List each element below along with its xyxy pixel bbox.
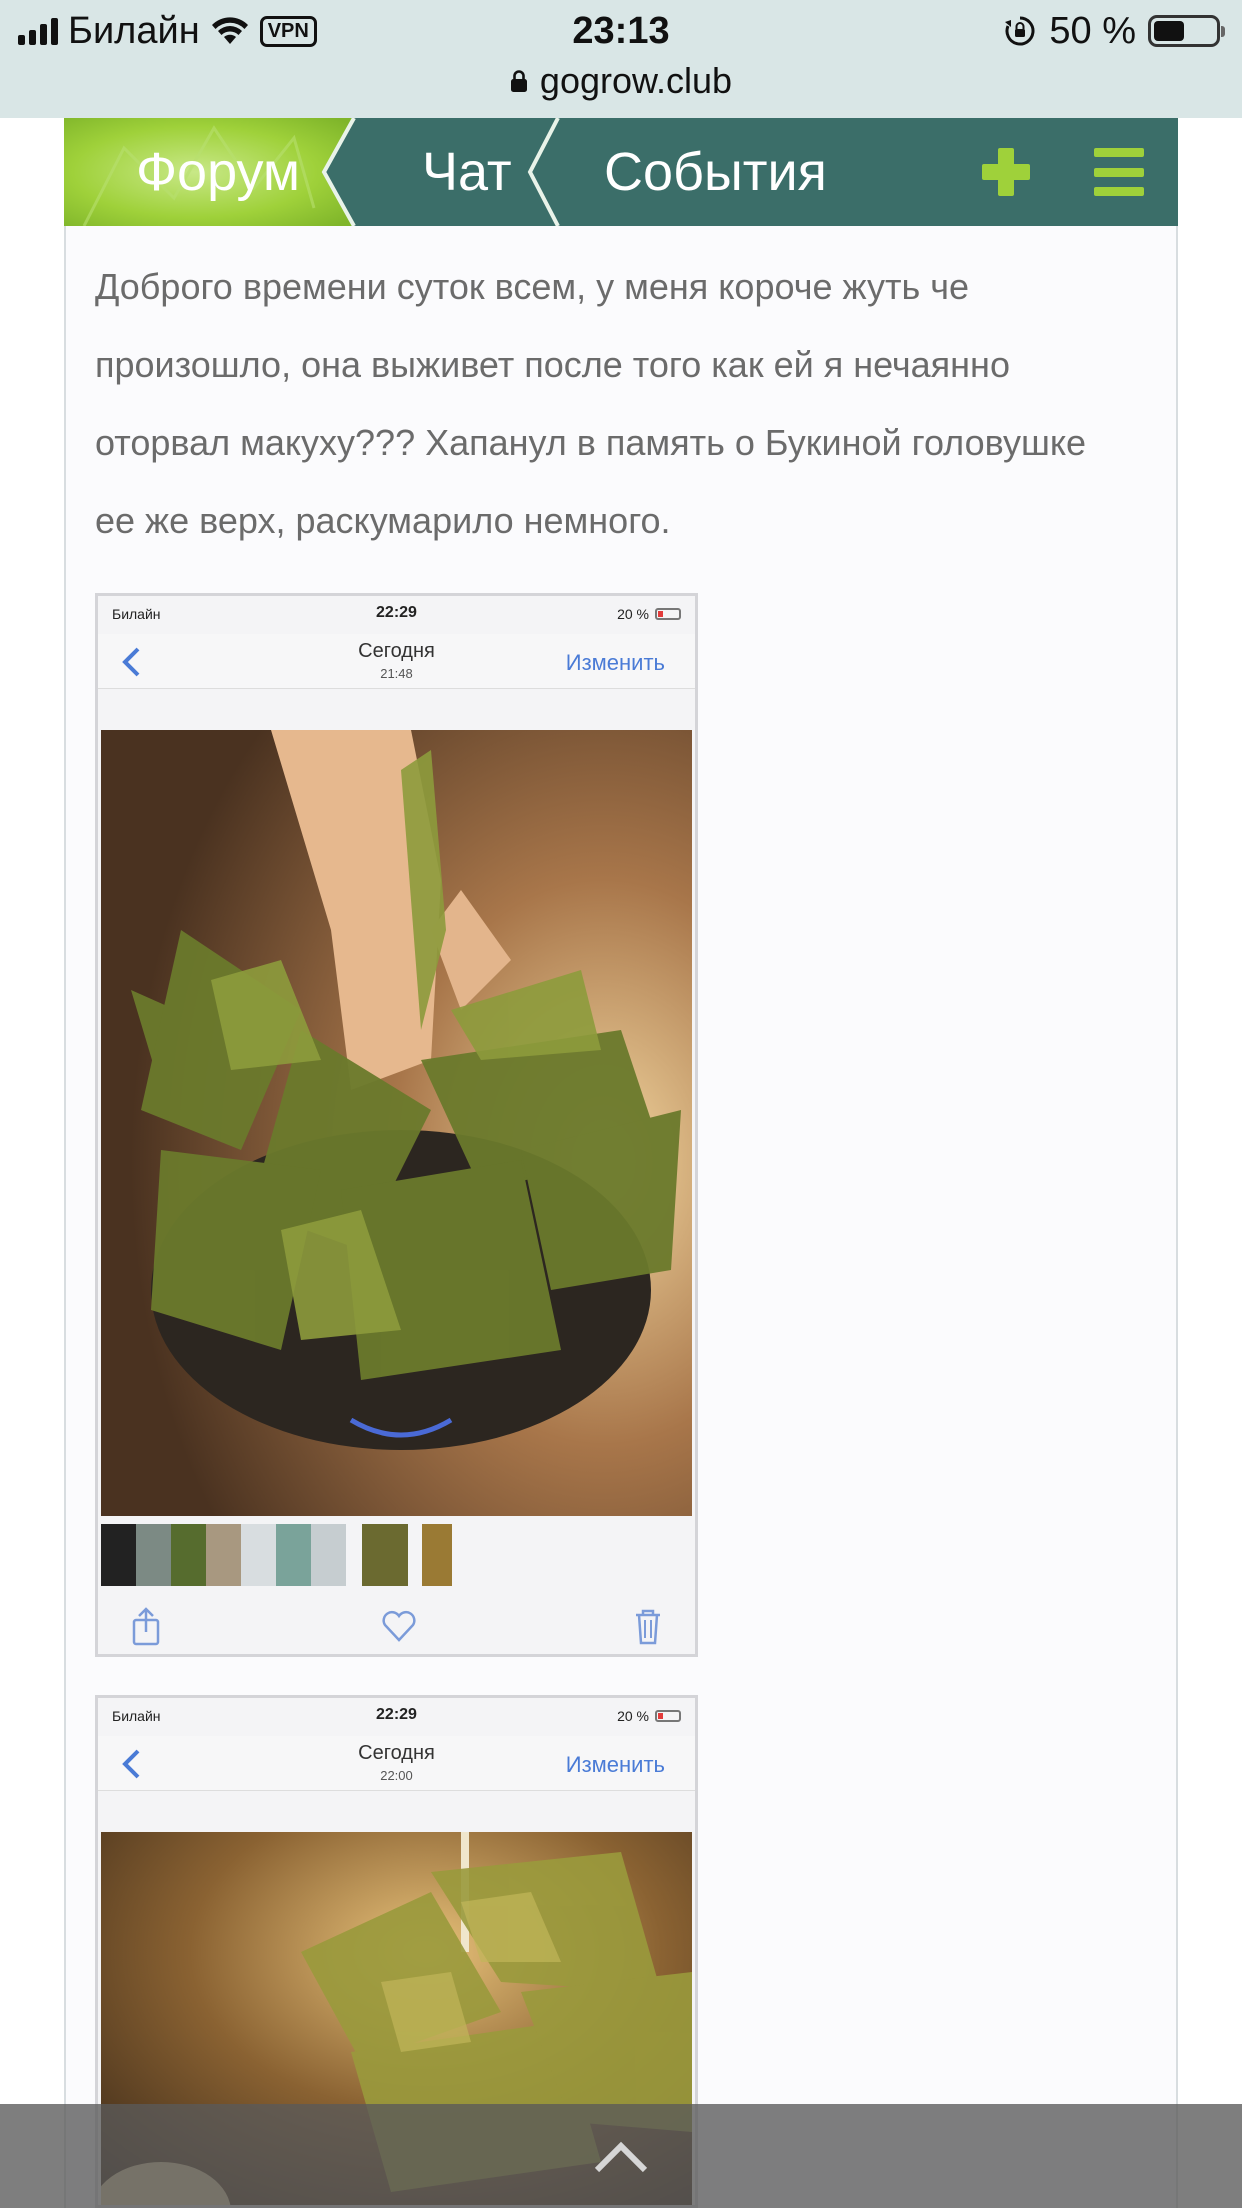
attachment-image[interactable]: Билайн 22:29 20 % Сегодня 21:48 Изменить [95, 593, 698, 1657]
screenshot-battery-text: 20 % [617, 1708, 649, 1724]
screenshot-battery-text: 20 % [617, 606, 649, 622]
screenshot-time: 22:29 [376, 604, 417, 621]
screenshot-header: Сегодня 21:48 Изменить [98, 634, 695, 689]
menu-icon[interactable] [1094, 148, 1144, 196]
tab-forum[interactable]: Форум [64, 118, 376, 226]
tab-separator [527, 118, 560, 226]
share-icon [132, 1607, 160, 1646]
lock-icon [510, 70, 527, 92]
trash-icon [636, 1609, 660, 1645]
status-bar: Билайн VPN 23:13 50 % gogrow.club [0, 0, 1242, 118]
screenshot-edit-link: Изменить [565, 650, 665, 675]
battery-fill [1154, 21, 1184, 41]
thumbnail [422, 1524, 452, 1586]
thumbnail-strip [101, 1524, 452, 1586]
post-body-text: Доброго времени суток всем, у меня короч… [95, 266, 1087, 541]
rotation-lock-icon [1005, 16, 1035, 46]
screenshot-time: 22:29 [376, 1706, 417, 1723]
scroll-to-top-bar[interactable] [0, 2104, 1242, 2208]
tab-chat[interactable]: Чат [422, 118, 512, 226]
url-text: gogrow.club [539, 60, 733, 101]
chevron-up-icon[interactable] [593, 2140, 649, 2174]
screenshot-battery: 20 % [617, 1708, 681, 1724]
plant-photo [101, 730, 692, 1516]
thumbnail [276, 1524, 311, 1586]
thumbnail [241, 1524, 276, 1586]
thumbnail [136, 1524, 171, 1586]
battery-icon [1148, 15, 1225, 47]
thumbnail [101, 1524, 136, 1586]
thumbnail [206, 1524, 241, 1586]
site-navbar: Форум Чат События [64, 118, 1178, 226]
plus-icon[interactable] [974, 140, 1038, 204]
address-bar[interactable]: gogrow.club [0, 56, 1242, 106]
screenshot-header: Сегодня 22:00 Изменить [98, 1736, 695, 1791]
screenshot-toolbar [98, 1596, 695, 1654]
screenshot-status-bar: Билайн 22:29 20 % [98, 1698, 695, 1736]
low-battery-icon [655, 608, 681, 620]
battery-percent: 50 % [1049, 9, 1136, 52]
status-right: 50 % [1003, 8, 1225, 54]
low-battery-icon [655, 1710, 681, 1722]
thumbnail [171, 1524, 206, 1586]
tab-events[interactable]: События [604, 118, 827, 226]
screenshot-edit-link: Изменить [565, 1752, 665, 1777]
heart-icon [382, 1611, 416, 1642]
thumbnail [311, 1524, 346, 1586]
tab-forum-label: Форум [136, 142, 301, 202]
thumbnail [362, 1524, 408, 1586]
screenshot-battery: 20 % [617, 606, 681, 622]
screenshot-status-bar: Билайн 22:29 20 % [98, 596, 695, 634]
